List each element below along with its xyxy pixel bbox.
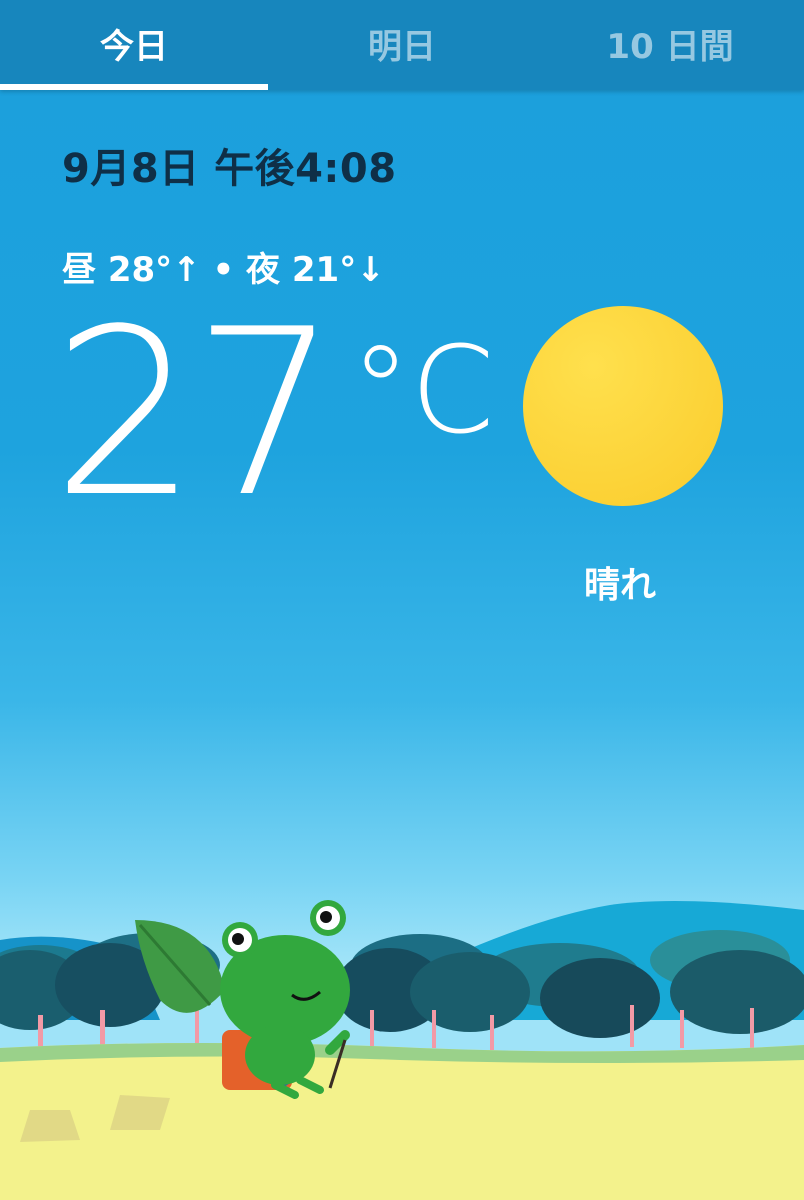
sun-icon: [523, 306, 723, 506]
active-tab-indicator: [0, 84, 268, 90]
tab-10-days[interactable]: 10 日間: [536, 0, 804, 86]
weather-condition: 晴れ: [584, 565, 657, 606]
temperature-unit: °C: [350, 322, 495, 461]
landscape-illustration: [0, 900, 804, 1200]
date-time: 9月8日 午後4:08: [62, 146, 397, 192]
tab-bar: 今日 明日 10 日間: [0, 0, 804, 90]
tab-today[interactable]: 今日: [0, 0, 268, 86]
tab-tomorrow[interactable]: 明日: [268, 0, 536, 86]
current-temperature: 27 °C: [52, 300, 494, 530]
temperature-value: 27: [52, 281, 339, 548]
